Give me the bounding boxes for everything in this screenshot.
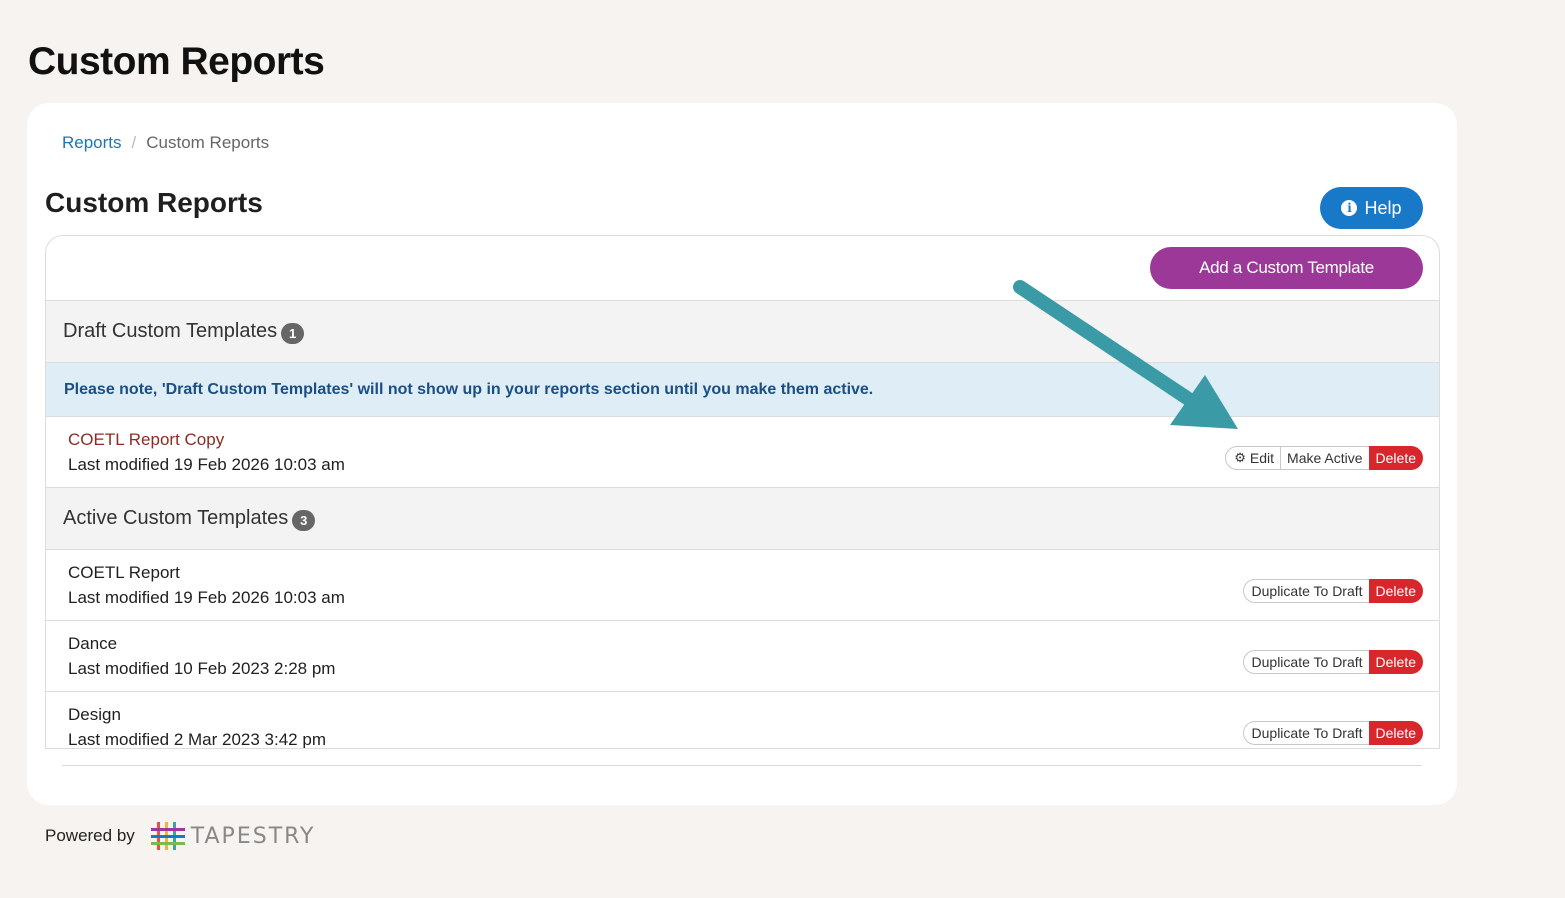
active-actions: Duplicate To Draft Delete xyxy=(1242,721,1423,745)
duplicate-to-draft-button[interactable]: Duplicate To Draft xyxy=(1242,579,1370,603)
section-title: Custom Reports xyxy=(45,187,263,218)
duplicate-to-draft-button[interactable]: Duplicate To Draft xyxy=(1242,721,1370,745)
breadcrumb-separator: / xyxy=(131,133,137,152)
list-bottom-divider xyxy=(62,765,1422,766)
template-name[interactable]: COETL Report Copy xyxy=(68,430,224,450)
draft-header-label: Draft Custom Templates xyxy=(63,320,278,342)
delete-button[interactable]: Delete xyxy=(1368,721,1423,745)
main-card: Reports / Custom Reports Custom Reports … xyxy=(27,103,1457,805)
page-title: Custom Reports xyxy=(28,40,325,83)
draft-count-badge: 1 xyxy=(281,322,305,344)
draft-templates-header: Draft Custom Templates 1 xyxy=(46,301,1439,363)
breadcrumb-reports-link[interactable]: Reports xyxy=(62,133,122,153)
template-name: COETL Report xyxy=(68,563,180,582)
panel-toolbar: Add a Custom Template xyxy=(46,236,1439,301)
draft-template-row: COETL Report Copy Last modified 19 Feb 2… xyxy=(46,417,1439,488)
active-template-row: Dance Last modified 10 Feb 2023 2:28 pm … xyxy=(46,621,1439,692)
add-custom-template-button[interactable]: Add a Custom Template xyxy=(1150,247,1423,289)
duplicate-to-draft-button[interactable]: Duplicate To Draft xyxy=(1242,650,1370,674)
template-name: Dance xyxy=(68,634,118,653)
draft-notice: Please note, 'Draft Custom Templates' wi… xyxy=(46,363,1439,417)
footer: Powered by TAPESTRY xyxy=(45,822,315,850)
template-name: Design xyxy=(68,705,121,724)
make-active-button[interactable]: Make Active xyxy=(1280,446,1370,470)
delete-button[interactable]: Delete xyxy=(1368,446,1423,470)
edit-button[interactable]: ⚙ Edit xyxy=(1225,446,1282,470)
templates-panel: Add a Custom Template Draft Custom Templ… xyxy=(45,235,1440,749)
active-templates-header: Active Custom Templates 3 xyxy=(46,488,1439,550)
active-template-row: COETL Report Last modified 19 Feb 2026 1… xyxy=(46,550,1439,621)
breadcrumb-current: Custom Reports xyxy=(146,133,270,152)
tapestry-logo: TAPESTRY xyxy=(150,822,316,850)
breadcrumb: Reports / Custom Reports xyxy=(62,133,269,153)
template-modified: Last modified 2 Mar 2023 3:42 pm xyxy=(68,730,326,749)
active-template-row: Design Last modified 2 Mar 2023 3:42 pm … xyxy=(46,692,1439,749)
gear-icon: ⚙ xyxy=(1234,450,1246,465)
template-modified: Last modified 19 Feb 2026 10:03 am xyxy=(68,455,345,474)
template-modified: Last modified 19 Feb 2026 10:03 am xyxy=(68,588,345,607)
active-header-label: Active Custom Templates xyxy=(63,507,289,529)
help-button[interactable]: i Help xyxy=(1320,187,1423,229)
template-modified: Last modified 10 Feb 2023 2:28 pm xyxy=(68,659,336,678)
tapestry-weave-icon xyxy=(150,822,185,850)
active-count-badge: 3 xyxy=(292,509,316,531)
edit-label: Edit xyxy=(1249,450,1275,466)
tapestry-wordmark: TAPESTRY xyxy=(190,823,316,849)
info-circle-icon: i xyxy=(1341,200,1358,216)
help-button-label: Help xyxy=(1364,197,1402,218)
active-actions: Duplicate To Draft Delete xyxy=(1242,650,1423,674)
powered-by-label: Powered by xyxy=(45,826,135,845)
draft-actions: ⚙ Edit Make Active Delete xyxy=(1225,446,1423,470)
active-actions: Duplicate To Draft Delete xyxy=(1242,579,1423,603)
delete-button[interactable]: Delete xyxy=(1368,650,1423,674)
delete-button[interactable]: Delete xyxy=(1368,579,1423,603)
